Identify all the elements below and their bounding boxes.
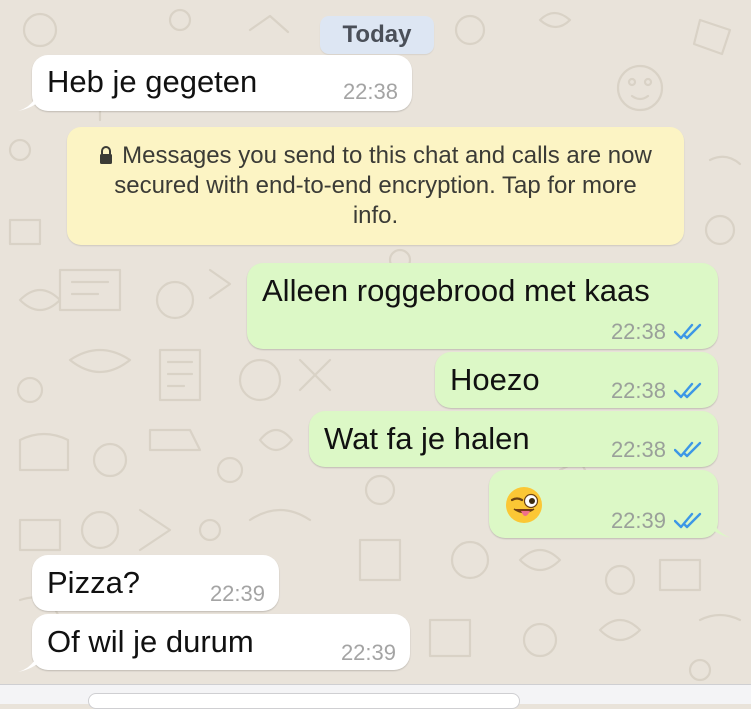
incoming-message[interactable]: Heb je gegeten 22:38 xyxy=(18,55,412,111)
message-text: Wat fa je halen xyxy=(324,421,530,456)
message-text: Heb je gegeten xyxy=(47,64,258,99)
incoming-message[interactable]: Pizza? 22:39 xyxy=(32,555,279,611)
message-time: 22:38 xyxy=(610,319,666,344)
incoming-message[interactable]: Of wil je durum 22:39 xyxy=(18,614,410,672)
double-check-icon xyxy=(674,382,702,399)
outgoing-message[interactable]: Hoezo 22:38 xyxy=(435,352,718,408)
message-text: Hoezo xyxy=(450,362,540,397)
date-separator: Today xyxy=(320,16,434,54)
message-time: 22:38 xyxy=(610,378,666,403)
message-composer-bar xyxy=(0,684,751,709)
bubble-tail xyxy=(708,506,732,538)
double-check-icon xyxy=(674,441,702,458)
message-text: Alleen roggebrood met kaas xyxy=(262,273,650,308)
message-time: 22:38 xyxy=(342,79,398,104)
message-input[interactable] xyxy=(88,693,520,709)
message-time: 22:39 xyxy=(610,508,666,533)
message-time: 22:38 xyxy=(610,437,666,462)
outgoing-message[interactable]: Wat fa je halen 22:38 xyxy=(309,411,718,467)
message-time: 22:39 xyxy=(209,581,265,606)
message-text: Of wil je durum xyxy=(47,624,254,659)
lock-icon xyxy=(99,142,113,164)
outgoing-message[interactable]: Alleen roggebrood met kaas 22:38 xyxy=(247,263,718,349)
double-check-icon xyxy=(674,512,702,529)
encryption-notice[interactable]: Messages you send to this chat and calls… xyxy=(67,127,684,245)
encryption-notice-text: Messages you send to this chat and calls… xyxy=(114,142,652,229)
outgoing-message[interactable]: 😜 22:39 xyxy=(489,470,732,538)
message-time: 22:39 xyxy=(340,640,396,665)
bubble-tail xyxy=(18,640,42,672)
double-check-icon xyxy=(674,323,702,340)
winking-face-with-tongue-icon xyxy=(506,487,542,523)
bubble-tail xyxy=(18,79,42,111)
message-text: Pizza? xyxy=(47,565,141,600)
